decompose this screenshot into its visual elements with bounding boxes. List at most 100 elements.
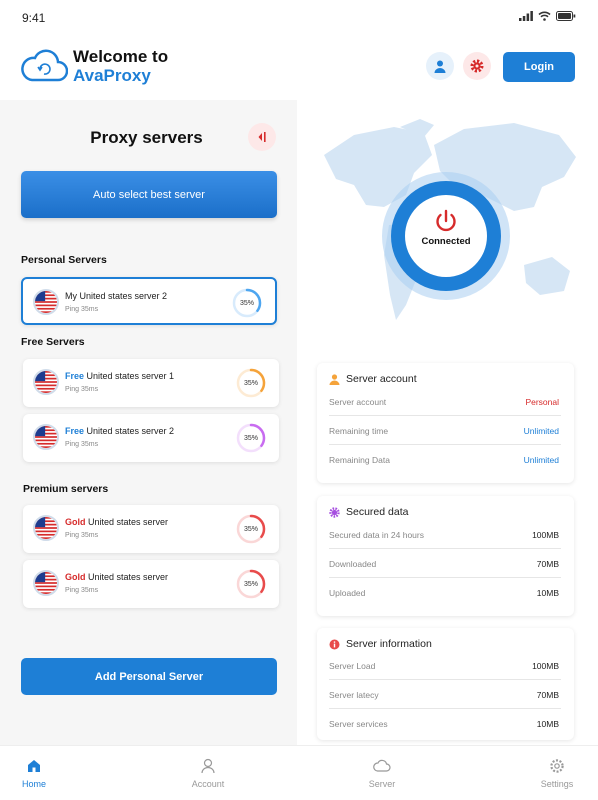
- nav-server[interactable]: Server: [342, 758, 422, 789]
- home-icon: [28, 760, 40, 772]
- nav-account-label: Account: [191, 779, 225, 789]
- nav-settings[interactable]: Settings: [517, 758, 597, 789]
- row-value: 10MB: [536, 588, 559, 598]
- info-icon: [329, 639, 340, 649]
- row-label: Server services: [329, 719, 388, 729]
- server-name: Gold United states server: [65, 572, 168, 582]
- nav-settings-label: Settings: [540, 779, 574, 789]
- us-flag-icon: [35, 572, 57, 594]
- status-time: 9:41: [22, 11, 46, 25]
- server-ping: Ping 35ms: [65, 441, 99, 448]
- settings-icon: [550, 759, 564, 773]
- server-name-text: United states server 2: [84, 426, 175, 436]
- server-ping: Ping 35ms: [65, 386, 99, 393]
- server-card[interactable]: Free United states server 1 Ping 35ms 35%: [23, 359, 279, 407]
- info-row: Server services 10MB: [329, 710, 561, 738]
- cloud-icon: [373, 759, 391, 772]
- server-name-text: United states server: [85, 517, 169, 527]
- add-personal-server-button[interactable]: Add Personal Server: [21, 658, 277, 695]
- server-card[interactable]: Gold United states server Ping 35ms 35%: [23, 560, 279, 608]
- row-value: 70MB: [536, 690, 559, 700]
- row-label: Downloaded: [329, 559, 377, 569]
- info-row: Uploaded 10MB: [329, 579, 561, 607]
- server-card[interactable]: Free United states server 2 Ping 35ms 35%: [23, 414, 279, 462]
- section-premium: Premium servers: [23, 483, 109, 495]
- info-row: Downloaded 70MB: [329, 550, 561, 578]
- load-percent: 35%: [243, 580, 258, 588]
- status-bar: 9:41: [0, 0, 598, 34]
- server-account-header: Server account: [329, 373, 417, 385]
- row-label: Server Load: [329, 661, 376, 671]
- row-value: 100MB: [532, 661, 559, 671]
- collapse-arrow-icon: [258, 132, 266, 142]
- info-row: Remaining Data Unlimited: [329, 446, 561, 474]
- row-label: Server account: [329, 397, 387, 407]
- server-flag: [33, 289, 59, 315]
- profile-button[interactable]: [426, 52, 454, 80]
- secured-data-title: Secured data: [346, 506, 409, 518]
- row-value: 70MB: [536, 559, 559, 569]
- connection-status: Connected: [421, 236, 471, 247]
- collapse-panel-button[interactable]: [248, 123, 276, 151]
- nav-account[interactable]: Account: [168, 758, 248, 789]
- bottom-navigation: Home Account Server Settings: [0, 745, 598, 800]
- auto-select-button[interactable]: Auto select best server: [21, 171, 277, 218]
- nav-home-label: Home: [21, 779, 46, 789]
- brand-line1: Welcome to: [73, 47, 169, 66]
- brand-title: Welcome to AvaProxy: [73, 47, 168, 85]
- nav-home[interactable]: Home: [0, 758, 74, 789]
- server-name: Gold United states server: [65, 517, 168, 527]
- section-personal: Personal Servers: [21, 254, 107, 266]
- login-button[interactable]: Login: [503, 52, 575, 82]
- user-icon: [201, 758, 215, 774]
- person-icon: [329, 373, 340, 385]
- row-label: Secured data in 24 hours: [329, 530, 424, 540]
- us-flag-icon: [35, 371, 57, 393]
- cloud-logo-icon: [21, 49, 68, 82]
- us-flag-icon: [35, 426, 57, 448]
- server-ping: Ping 35ms: [65, 587, 99, 594]
- user-icon: [434, 60, 446, 73]
- row-label: Uploaded: [329, 588, 366, 598]
- server-information-title: Server information: [346, 638, 432, 650]
- row-value: 10MB: [536, 719, 559, 729]
- server-card[interactable]: Gold United states server Ping 35ms 35%: [23, 505, 279, 553]
- server-ping: Ping 35ms: [65, 532, 99, 539]
- server-ping: Ping 35ms: [65, 306, 99, 313]
- info-row: Secured data in 24 hours 100MB: [329, 521, 561, 549]
- row-value: Unlimited: [523, 455, 559, 465]
- server-name: Free United states server 2: [65, 426, 174, 436]
- shield-gear-icon: [329, 506, 340, 518]
- status-icons: [519, 11, 576, 21]
- power-icon: [436, 209, 456, 232]
- us-flag-icon: [35, 517, 57, 539]
- server-card[interactable]: My United states server 2 Ping 35ms 35%: [21, 277, 277, 325]
- load-percent: 35%: [243, 525, 258, 533]
- row-label: Remaining Data: [329, 455, 390, 465]
- row-label: Remaining time: [329, 426, 389, 436]
- server-account-card: Server account Server account Personal R…: [317, 363, 574, 483]
- server-name-text: My United states server 2: [65, 291, 168, 301]
- server-tier: Free: [65, 426, 85, 436]
- server-flag: [33, 515, 59, 541]
- secured-data-header: Secured data: [329, 506, 408, 518]
- load-percent: 35%: [239, 299, 254, 307]
- server-tier: Gold: [65, 572, 86, 582]
- load-percent: 35%: [243, 434, 258, 442]
- settings-button[interactable]: [463, 52, 491, 80]
- row-value: Personal: [525, 397, 559, 407]
- us-flag-icon: [35, 291, 57, 313]
- server-name: My United states server 2: [65, 291, 167, 301]
- brand-line2: AvaProxy: [73, 66, 151, 85]
- nav-server-label: Server: [368, 779, 396, 789]
- info-row: Remaining time Unlimited: [329, 417, 561, 445]
- server-name-text: United states server 1: [84, 371, 175, 381]
- info-row: Server Load 100MB: [329, 652, 561, 680]
- app-header: Welcome to AvaProxy Login: [0, 38, 598, 96]
- signal-icon: [519, 11, 533, 21]
- load-percent: 35%: [243, 379, 258, 387]
- server-flag: [33, 570, 59, 596]
- gear-icon: [470, 59, 484, 73]
- server-flag: [33, 369, 59, 395]
- server-name: Free United states server 1: [65, 371, 174, 381]
